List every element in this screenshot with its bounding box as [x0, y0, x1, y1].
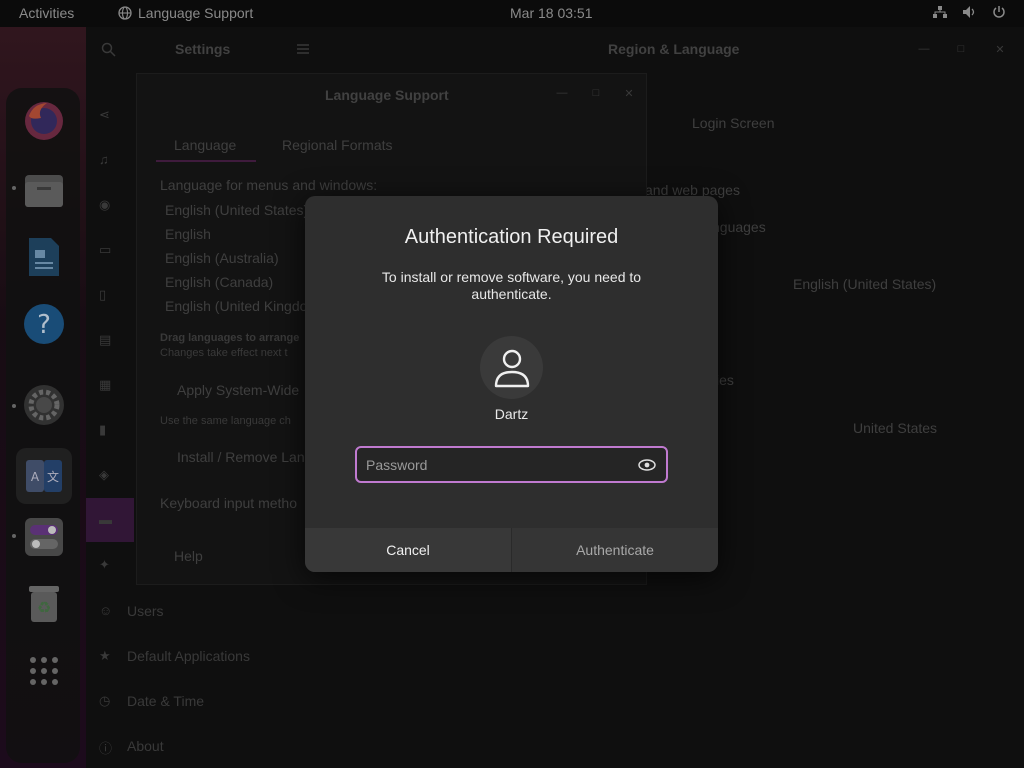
power-icon: [993, 6, 1005, 18]
show-password-icon[interactable]: [638, 457, 656, 473]
user-icon: [494, 349, 529, 387]
globe-icon: [118, 6, 132, 20]
dialog-title: Authentication Required: [404, 226, 619, 248]
password-field[interactable]: [355, 446, 668, 483]
username: Dartz: [494, 406, 529, 422]
top-bar: Activities Language Support Mar 18 03:51: [0, 0, 1024, 27]
password-input[interactable]: [366, 454, 626, 476]
dialog-message: To install or remove software, you need …: [381, 269, 642, 302]
app-menu-label: Language Support: [138, 5, 254, 21]
dialog-buttons: Cancel Authenticate: [305, 528, 718, 572]
authenticate-button[interactable]: Authenticate: [511, 528, 718, 572]
clock[interactable]: Mar 18 03:51: [510, 5, 593, 21]
activities-button[interactable]: Activities: [19, 5, 74, 21]
avatar: [480, 336, 543, 399]
system-tray[interactable]: [932, 5, 1006, 19]
cancel-button[interactable]: Cancel: [305, 528, 511, 572]
authentication-dialog: Authentication Required To install or re…: [305, 196, 718, 572]
network-icon: [933, 6, 947, 18]
app-menu[interactable]: Language Support: [118, 5, 253, 21]
volume-icon: [963, 6, 975, 18]
